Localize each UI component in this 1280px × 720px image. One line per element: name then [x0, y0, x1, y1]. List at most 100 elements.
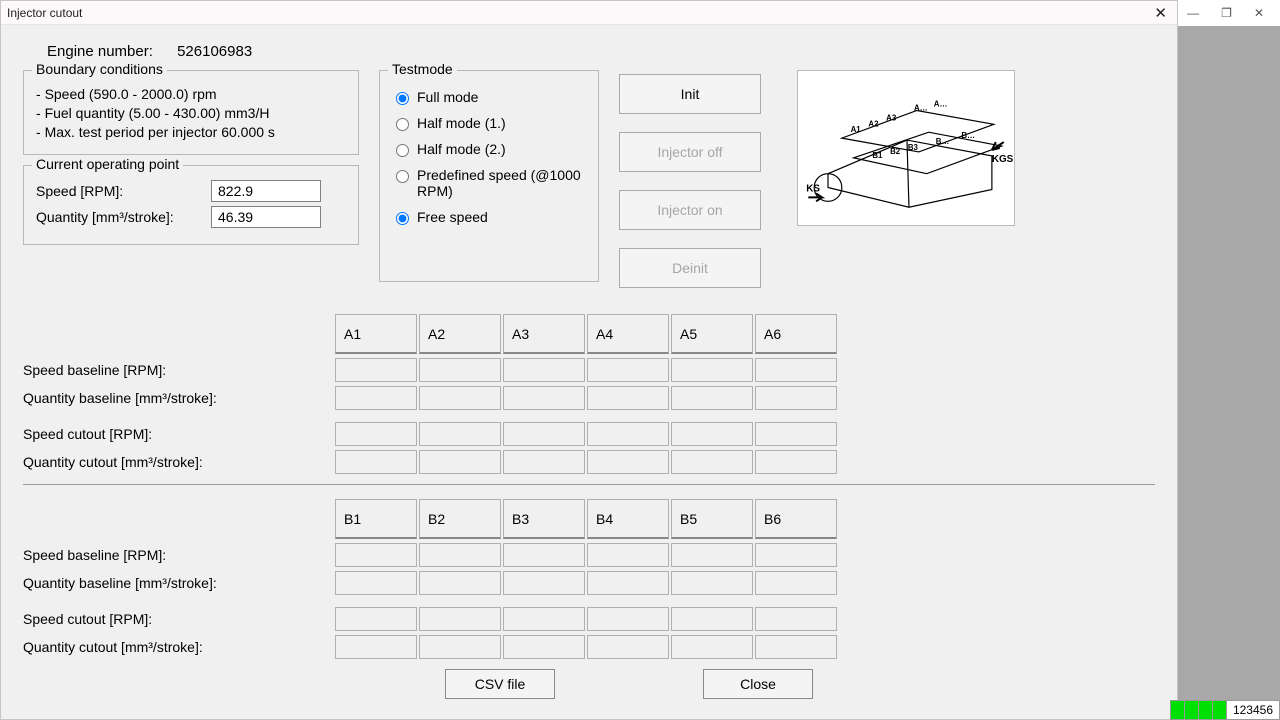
data-cell	[587, 386, 669, 410]
row-label: Speed cutout [RPM]:	[23, 426, 333, 442]
column-header[interactable]: A3	[503, 314, 585, 354]
svg-text:KS: KS	[806, 183, 820, 194]
data-cell	[419, 635, 501, 659]
row-label: Quantity baseline [mm³/stroke]:	[23, 390, 333, 406]
boundary-item: Max. test period per injector 60.000 s	[36, 123, 346, 142]
data-cell	[755, 358, 837, 382]
data-cell	[503, 422, 585, 446]
svg-text:A3: A3	[886, 113, 897, 122]
column-header[interactable]: A1	[335, 314, 417, 354]
column-header[interactable]: B5	[671, 499, 753, 539]
bg-maximize-button[interactable]: ❐	[1221, 6, 1232, 20]
status-indicator	[1185, 701, 1199, 719]
close-button[interactable]: Close	[703, 669, 813, 699]
data-cell	[587, 635, 669, 659]
init-button[interactable]: Init	[619, 74, 761, 114]
data-cell	[503, 571, 585, 595]
bg-minimize-button[interactable]: —	[1187, 6, 1199, 20]
data-cell	[419, 386, 501, 410]
injector-cutout-window: Injector cutout ✕ Engine number: 5261069…	[0, 0, 1178, 720]
boundary-legend: Boundary conditions	[32, 61, 167, 77]
injector-on-button[interactable]: Injector on	[619, 190, 761, 230]
data-cell	[419, 543, 501, 567]
data-cell	[419, 358, 501, 382]
full-mode-label: Full mode	[417, 89, 478, 105]
data-cell	[335, 543, 417, 567]
svg-text:A…: A…	[934, 100, 948, 109]
column-header[interactable]: A6	[755, 314, 837, 354]
half-mode-2-label: Half mode (2.)	[417, 141, 506, 157]
svg-text:B1: B1	[872, 151, 883, 160]
half-mode-2-radio[interactable]	[396, 144, 409, 157]
engine-number-row: Engine number: 526106983	[47, 43, 1135, 60]
column-header[interactable]: B2	[419, 499, 501, 539]
data-cell	[671, 422, 753, 446]
data-cell	[503, 386, 585, 410]
data-cell	[335, 607, 417, 631]
data-cell	[755, 607, 837, 631]
data-cell	[419, 571, 501, 595]
data-cell	[335, 386, 417, 410]
full-mode-radio[interactable]	[396, 92, 409, 105]
half-mode-1-radio[interactable]	[396, 118, 409, 131]
csv-file-button[interactable]: CSV file	[445, 669, 555, 699]
data-cell	[587, 571, 669, 595]
data-cell	[335, 358, 417, 382]
engine-number-label: Engine number:	[47, 43, 153, 60]
svg-text:B2: B2	[890, 147, 901, 156]
svg-text:B…: B…	[936, 137, 950, 146]
bg-close-button[interactable]: ✕	[1254, 6, 1264, 20]
data-cell	[503, 543, 585, 567]
data-cell	[755, 571, 837, 595]
predefined-speed-radio[interactable]	[396, 170, 409, 183]
boundary-item: Fuel quantity (5.00 - 430.00) mm3/H	[36, 104, 346, 123]
column-header[interactable]: A4	[587, 314, 669, 354]
column-header[interactable]: B6	[755, 499, 837, 539]
titlebar: Injector cutout ✕	[1, 1, 1177, 25]
status-indicator	[1171, 701, 1185, 719]
data-cell	[587, 607, 669, 631]
data-cell	[671, 386, 753, 410]
data-cell	[755, 635, 837, 659]
data-cell	[755, 386, 837, 410]
window-title: Injector cutout	[7, 6, 82, 20]
data-cell	[503, 358, 585, 382]
data-cell	[671, 635, 753, 659]
table-a: A1A2A3A4A5A6Speed baseline [RPM]:Quantit…	[23, 314, 1155, 474]
half-mode-1-label: Half mode (1.)	[417, 115, 506, 131]
data-cell	[755, 543, 837, 567]
data-cell	[587, 543, 669, 567]
free-speed-radio[interactable]	[396, 212, 409, 225]
column-header[interactable]: A2	[419, 314, 501, 354]
data-cell	[503, 635, 585, 659]
data-cell	[503, 607, 585, 631]
data-cell	[755, 450, 837, 474]
data-cell	[755, 422, 837, 446]
window-close-button[interactable]: ✕	[1150, 4, 1171, 22]
data-cell	[587, 450, 669, 474]
speed-input[interactable]	[211, 180, 321, 202]
deinit-button[interactable]: Deinit	[619, 248, 761, 288]
svg-text:A2: A2	[868, 119, 879, 128]
testmode-group: Testmode Full mode Half mode (1.) Half m…	[379, 70, 599, 282]
column-header[interactable]: B3	[503, 499, 585, 539]
column-header[interactable]: A5	[671, 314, 753, 354]
cop-legend: Current operating point	[32, 156, 183, 172]
data-cell	[671, 607, 753, 631]
data-cell	[419, 607, 501, 631]
row-label: Speed cutout [RPM]:	[23, 611, 333, 627]
column-header[interactable]: B1	[335, 499, 417, 539]
svg-text:B3: B3	[908, 143, 919, 152]
status-indicator	[1199, 701, 1213, 719]
injector-off-button[interactable]: Injector off	[619, 132, 761, 172]
status-indicator	[1213, 701, 1227, 719]
status-bar: 123456	[1170, 700, 1280, 720]
quantity-input[interactable]	[211, 206, 321, 228]
svg-text:A1: A1	[851, 125, 862, 134]
column-header[interactable]: B4	[587, 499, 669, 539]
table-b: B1B2B3B4B5B6Speed baseline [RPM]:Quantit…	[23, 499, 1155, 659]
row-label: Quantity cutout [mm³/stroke]:	[23, 454, 333, 470]
data-cell	[335, 571, 417, 595]
free-speed-label: Free speed	[417, 209, 488, 225]
quantity-label: Quantity [mm³/stroke]:	[36, 209, 211, 225]
